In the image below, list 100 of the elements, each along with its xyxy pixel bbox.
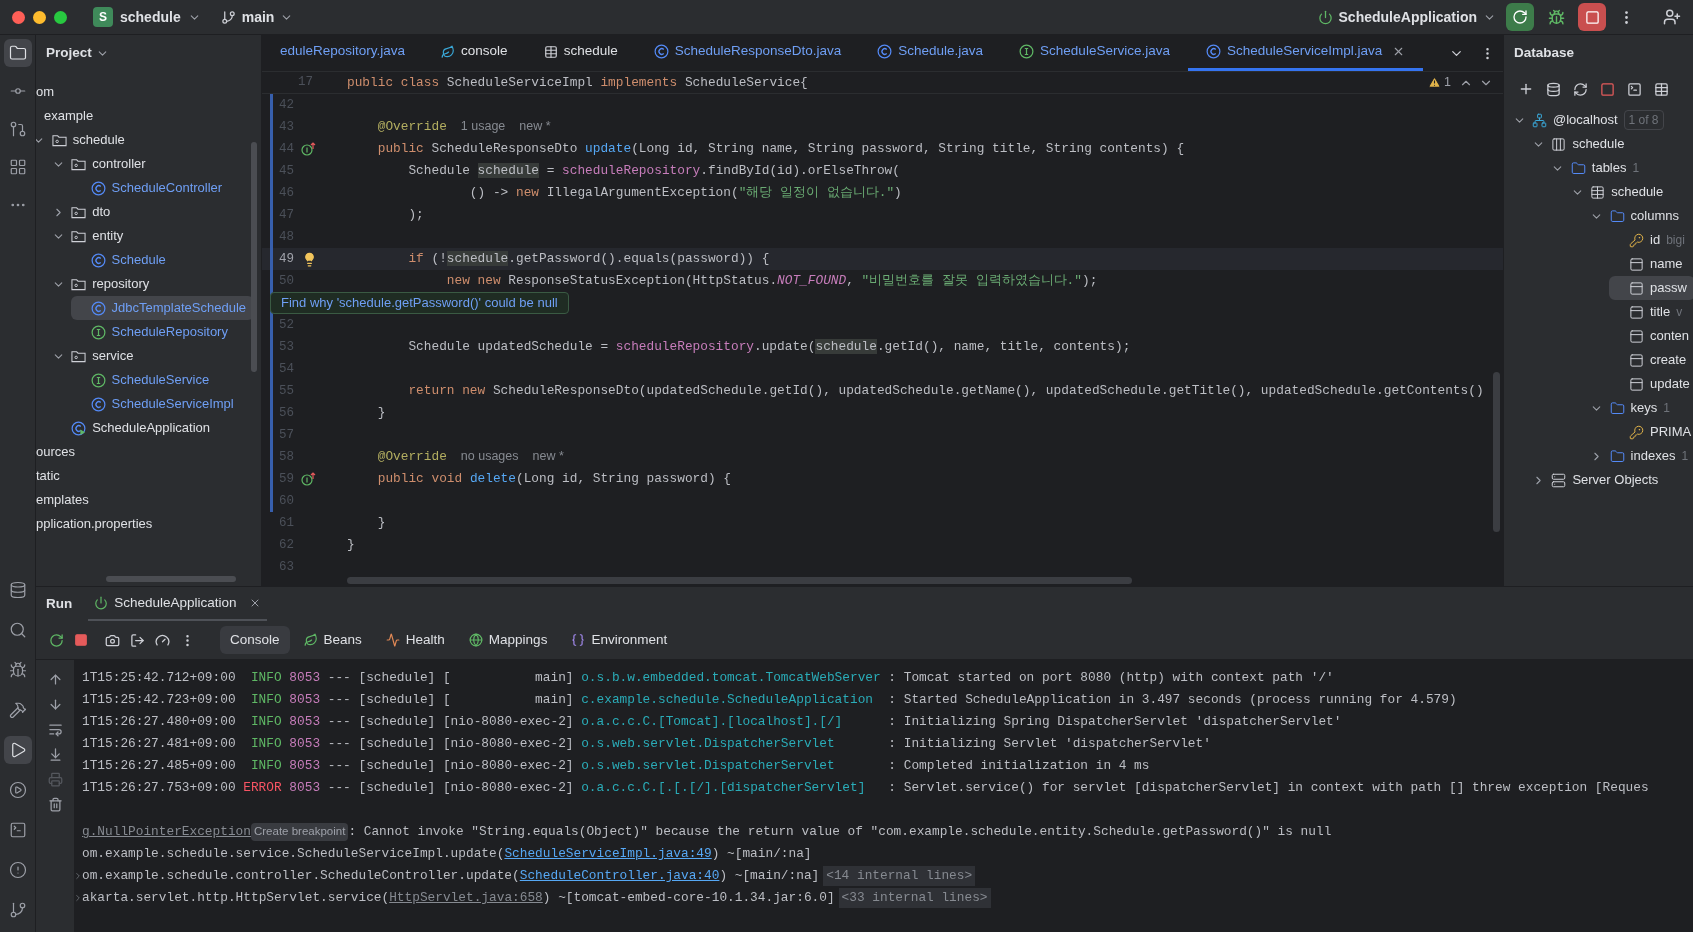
tree-item[interactable]: service <box>51 344 142 368</box>
tree-item[interactable]: ScheduleServiceImpl <box>70 392 242 416</box>
project-view-selector[interactable]: Project <box>46 43 109 64</box>
tree-item[interactable]: name <box>1609 252 1691 276</box>
vertical-scrollbar[interactable] <box>1493 372 1500 532</box>
tree-item[interactable]: @localhost 1 of 8 <box>1512 108 1672 132</box>
refresh-icon[interactable] <box>1573 81 1588 97</box>
disconnect-icon[interactable] <box>1600 81 1615 97</box>
tree-item[interactable]: pplication.properties <box>36 512 161 536</box>
run-view-tab[interactable]: Environment <box>561 626 678 654</box>
exception-link[interactable]: g.NullPointerException <box>82 822 251 842</box>
run-view-tab[interactable]: Beans <box>293 626 372 654</box>
tree-item[interactable]: create <box>1609 348 1693 372</box>
workspace-switcher[interactable]: S schedule <box>93 6 201 28</box>
implements-icon[interactable] <box>301 472 317 486</box>
code-line: public void delete(Long id, String password) { <box>376 470 731 489</box>
gauge-icon[interactable] <box>155 632 170 648</box>
tree-item[interactable]: emplates <box>36 488 97 512</box>
run-view-tab[interactable]: Mappings <box>458 626 558 654</box>
code-line: } <box>347 536 355 555</box>
table-icon[interactable] <box>1654 81 1669 97</box>
create-breakpoint-button[interactable]: Create breakpoint <box>250 823 349 841</box>
tree-item[interactable]: JdbcTemplateSchedule <box>70 296 254 320</box>
tree-item[interactable]: Server Objects <box>1531 468 1667 492</box>
folder-icon[interactable] <box>3 39 32 67</box>
camera-icon[interactable] <box>105 632 120 648</box>
tree-item[interactable]: om <box>36 80 63 104</box>
vertical-scrollbar[interactable] <box>251 142 257 372</box>
tree-item[interactable]: controller <box>51 152 154 176</box>
tree-item[interactable]: entity <box>51 224 132 248</box>
source-link[interactable]: ScheduleServiceImpl.java:49 <box>504 844 712 864</box>
soft-wrap-icon[interactable] <box>47 722 63 737</box>
sticky-code-line: public class ScheduleServiceImpl implements ScheduleService{ <box>347 73 808 92</box>
tree-item[interactable]: repository <box>51 272 158 296</box>
tree-item[interactable]: tatic <box>36 464 68 488</box>
run-view-tab[interactable]: Health <box>375 626 455 654</box>
code-line: public ScheduleResponseDto update(Long id, String name, String password, String title, String contents) { <box>376 140 1185 159</box>
run-configuration-selector[interactable]: ScheduleApplication <box>1317 6 1496 28</box>
console-icon[interactable] <box>1627 81 1642 97</box>
tree-item[interactable]: keys 1 <box>1589 396 1678 420</box>
tree-item[interactable]: conten <box>1609 324 1693 348</box>
tree-item[interactable]: Schedule <box>70 248 174 272</box>
minimize-window-button[interactable] <box>33 10 46 24</box>
warning-count[interactable]: 1 <box>1428 73 1451 92</box>
editor-tab[interactable]: console <box>423 35 526 71</box>
tree-item[interactable]: passw <box>1609 276 1693 300</box>
implements-icon[interactable] <box>301 142 317 156</box>
column-icon <box>1629 352 1644 368</box>
run-icon[interactable] <box>3 736 32 764</box>
editor-tab[interactable]: ScheduleResponseDto.java <box>635 35 860 71</box>
horizontal-scrollbar[interactable] <box>106 576 236 582</box>
tree-item[interactable]: id bigi <box>1609 228 1693 252</box>
interface-icon <box>1019 44 1035 59</box>
editor-tab[interactable]: schedule <box>525 35 636 71</box>
tree-item[interactable]: update <box>1609 372 1693 396</box>
rerun-icon[interactable] <box>49 632 64 648</box>
exit-icon[interactable] <box>130 632 145 648</box>
run-tab[interactable]: ScheduleApplication <box>88 587 267 621</box>
editor-tab[interactable]: Schedule.java <box>859 35 1002 71</box>
source-link[interactable]: HttpServlet.java:658 <box>389 888 543 908</box>
tree-item[interactable]: schedule <box>36 128 133 152</box>
tree-item[interactable]: title v <box>1609 300 1691 324</box>
trash-icon[interactable] <box>47 797 63 812</box>
log-line: 1T15:25:42.712+09:00 INFO 8053 --- [schedule] [ main] o.s.b.w.embedded.tomcat.TomcatWebServer : Tomcat started on port 8080 (http) with context path '/' <box>82 669 1335 688</box>
editor-tab[interactable]: ScheduleServiceImpl.java <box>1187 35 1424 71</box>
stop-icon[interactable] <box>74 633 88 647</box>
tree-item[interactable]: ScheduleController <box>70 176 231 200</box>
add-icon[interactable] <box>1518 81 1534 97</box>
tree-item[interactable]: tables 1 <box>1550 156 1648 180</box>
table-icon <box>1590 184 1606 200</box>
horizontal-scrollbar[interactable] <box>347 577 1132 584</box>
tree-item[interactable]: example <box>44 104 102 128</box>
data-source-icon[interactable] <box>1546 81 1561 97</box>
down-arrow-icon[interactable] <box>47 697 63 712</box>
tree-item[interactable]: indexes 1 <box>1589 444 1693 468</box>
interface-icon <box>90 372 106 388</box>
source-link[interactable]: ScheduleController.java:40 <box>519 866 720 886</box>
add-user-icon[interactable] <box>1663 8 1681 26</box>
tree-item[interactable]: ScheduleService <box>70 368 218 392</box>
branch-selector[interactable]: main <box>220 6 294 28</box>
item-count: 1 <box>1663 400 1670 417</box>
close-window-button[interactable] <box>12 10 25 24</box>
tree-item[interactable]: PRIMA <box>1609 420 1693 444</box>
run-view-tab[interactable]: Console <box>220 626 290 654</box>
tree-item[interactable]: dto <box>51 200 119 224</box>
tree-item[interactable]: ources <box>36 440 84 464</box>
stop-button[interactable] <box>1578 3 1606 31</box>
editor-tab[interactable]: ScheduleService.java <box>1001 35 1188 71</box>
schema-icon <box>1551 136 1567 152</box>
editor-tab[interactable]: eduleRepository.java <box>262 35 424 71</box>
maximize-window-button[interactable] <box>54 10 67 24</box>
tree-item[interactable]: columns <box>1589 204 1687 228</box>
tree-item[interactable]: ScheduleRepository <box>70 320 236 344</box>
tree-item[interactable]: schedule <box>1531 132 1633 156</box>
tree-item[interactable]: ScheduleApplication <box>51 416 218 440</box>
internal-lines-toggle[interactable]: <33 internal lines> <box>838 888 991 908</box>
up-arrow-icon[interactable] <box>47 672 63 687</box>
internal-lines-toggle[interactable]: <14 internal lines> <box>823 866 976 886</box>
tree-item[interactable]: schedule <box>1570 180 1672 204</box>
rerun-button[interactable] <box>1506 3 1534 31</box>
